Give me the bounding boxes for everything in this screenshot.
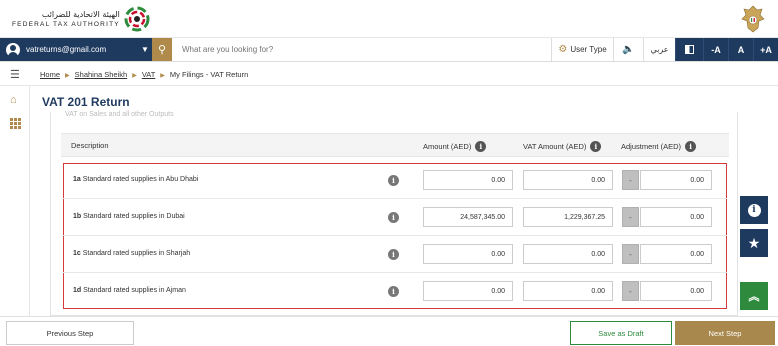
fta-logo[interactable]: الهيئة الاتحادية للضرائب FEDERAL TAX AUT… bbox=[12, 4, 150, 34]
breadcrumb-separator-icon: ▶ bbox=[132, 73, 137, 79]
adjustment-minus-button[interactable]: - bbox=[622, 281, 639, 301]
scroll-to-top-button[interactable]: ︽ bbox=[740, 282, 768, 310]
adjustment-minus-button[interactable]: - bbox=[622, 244, 639, 264]
adjustment-input[interactable]: 0.00 bbox=[640, 281, 712, 301]
search-icon: ⚲ bbox=[157, 44, 167, 56]
breadcrumb-separator-icon: ▶ bbox=[160, 73, 165, 79]
side-nav: ⌂ bbox=[0, 86, 30, 316]
column-header-description: Description bbox=[71, 141, 109, 150]
previous-step-button[interactable]: Previous Step bbox=[6, 321, 134, 345]
user-type-button[interactable]: ⚙ User Type bbox=[551, 38, 613, 61]
contrast-toggle[interactable] bbox=[675, 38, 703, 61]
row-label: 1b Standard rated supplies in Dubai bbox=[73, 213, 185, 220]
font-increase-button[interactable]: +A bbox=[753, 38, 778, 61]
vat-return-card: VAT on Sales and all other Outputs Descr… bbox=[50, 111, 738, 316]
info-icon: i bbox=[747, 203, 761, 217]
info-icon[interactable]: i bbox=[388, 175, 399, 186]
search-input[interactable] bbox=[172, 38, 551, 61]
vat-return-page: الهيئة الاتحادية للضرائب FEDERAL TAX AUT… bbox=[0, 0, 778, 346]
user-email: vatreturns@gmail.com bbox=[26, 45, 107, 54]
vat-amount-input[interactable]: 0.00 bbox=[523, 170, 613, 190]
breadcrumb-home-link[interactable]: Home bbox=[40, 70, 60, 79]
logo-english-text: FEDERAL TAX AUTHORITY bbox=[12, 21, 120, 28]
amount-input[interactable]: 0.00 bbox=[423, 281, 513, 301]
breadcrumb-separator-icon: ▶ bbox=[65, 73, 70, 79]
breadcrumb-vat-link[interactable]: VAT bbox=[142, 70, 155, 79]
table-row: 1c Standard rated supplies in Sharjah i … bbox=[63, 237, 727, 273]
info-icon[interactable]: i bbox=[590, 141, 602, 152]
column-header-amount: Amount (AED) i bbox=[423, 141, 487, 152]
breadcrumb-current: My Filings - VAT Return bbox=[169, 70, 249, 79]
speaker-icon: 🔈 bbox=[622, 44, 635, 55]
table-row: 1d Standard rated supplies in Ajman i 0.… bbox=[63, 274, 727, 310]
contrast-icon bbox=[685, 45, 694, 54]
user-type-label: User Type bbox=[570, 45, 607, 54]
fta-logo-icon bbox=[124, 6, 150, 32]
chevron-down-icon[interactable]: ▼ bbox=[138, 45, 152, 54]
amount-input[interactable]: 0.00 bbox=[423, 170, 513, 190]
uae-emblem-icon bbox=[741, 5, 765, 33]
breadcrumb-account-link[interactable]: Shahina Sheikh bbox=[75, 70, 128, 79]
table-row: 1b Standard rated supplies in Dubai i 24… bbox=[63, 200, 727, 236]
wizard-footer: Previous Step Save as Draft Next Step bbox=[0, 316, 778, 346]
breadcrumb: Home ▶ Shahina Sheikh ▶ VAT ▶ My Filings - VAT… bbox=[40, 70, 248, 79]
home-icon[interactable]: ⌂ bbox=[10, 94, 21, 106]
font-decrease-button[interactable]: -A bbox=[703, 38, 728, 61]
adjustment-input[interactable]: 0.00 bbox=[640, 244, 712, 264]
row-label: 1a Standard rated supplies in Abu Dhabi bbox=[73, 176, 199, 183]
section-heading-faded: VAT on Sales and all other Outputs bbox=[65, 111, 174, 118]
help-info-button[interactable]: i bbox=[740, 196, 768, 224]
hamburger-menu-icon[interactable]: ☰ bbox=[10, 68, 22, 81]
top-utility-bar: vatreturns@gmail.com ▼ ⚲ ⚙ User Type 🔈 ع… bbox=[0, 38, 778, 62]
table-header: Description Amount (AED) i VAT Amount (AE… bbox=[61, 133, 729, 157]
table-row: 1a Standard rated supplies in Abu Dhabi … bbox=[63, 163, 727, 199]
amount-input[interactable]: 0.00 bbox=[423, 244, 513, 264]
adjustment-minus-button[interactable]: - bbox=[622, 207, 639, 227]
star-icon: ★ bbox=[747, 234, 761, 251]
info-icon[interactable]: i bbox=[388, 286, 399, 297]
logo-arabic-text: الهيئة الاتحادية للضرائب bbox=[41, 10, 120, 19]
row-label: 1c Standard rated supplies in Sharjah bbox=[73, 250, 191, 257]
adjustment-input[interactable]: 0.00 bbox=[640, 207, 712, 227]
vat-amount-input[interactable]: 1,229,367.25 bbox=[523, 207, 613, 227]
favorite-button[interactable]: ★ bbox=[740, 229, 768, 257]
double-chevron-up-icon: ︽ bbox=[748, 291, 760, 303]
row-label: 1d Standard rated supplies in Ajman bbox=[73, 287, 186, 294]
breadcrumb-row: ☰ Home ▶ Shahina Sheikh ▶ VAT ▶ My Filings - V… bbox=[0, 62, 778, 86]
info-icon[interactable]: i bbox=[475, 141, 487, 152]
apps-grid-icon[interactable] bbox=[10, 118, 21, 129]
text-to-speech-button[interactable]: 🔈 bbox=[613, 38, 643, 61]
adjustment-minus-button[interactable]: - bbox=[622, 170, 639, 190]
user-menu[interactable]: vatreturns@gmail.com ▼ bbox=[0, 38, 152, 61]
info-icon[interactable]: i bbox=[685, 141, 697, 152]
info-icon[interactable]: i bbox=[388, 249, 399, 260]
vat-amount-input[interactable]: 0.00 bbox=[523, 244, 613, 264]
column-header-adjustment: Adjustment (AED) i bbox=[621, 141, 697, 152]
save-as-draft-button[interactable]: Save as Draft bbox=[570, 321, 672, 345]
column-header-vat-amount: VAT Amount (AED) i bbox=[523, 141, 602, 152]
next-step-button[interactable]: Next Step bbox=[675, 321, 775, 345]
vat-amount-input[interactable]: 0.00 bbox=[523, 281, 613, 301]
gear-icon: ⚙ bbox=[558, 44, 568, 55]
language-toggle[interactable]: عربي bbox=[643, 38, 675, 61]
page-title: VAT 201 Return bbox=[42, 95, 130, 109]
search-button[interactable]: ⚲ bbox=[152, 38, 172, 61]
adjustment-input[interactable]: 0.00 bbox=[640, 170, 712, 190]
site-header: الهيئة الاتحادية للضرائب FEDERAL TAX AUT… bbox=[0, 0, 778, 38]
amount-input[interactable]: 24,587,345.00 bbox=[423, 207, 513, 227]
info-icon[interactable]: i bbox=[388, 212, 399, 223]
avatar bbox=[6, 42, 20, 57]
font-normal-button[interactable]: A bbox=[728, 38, 753, 61]
